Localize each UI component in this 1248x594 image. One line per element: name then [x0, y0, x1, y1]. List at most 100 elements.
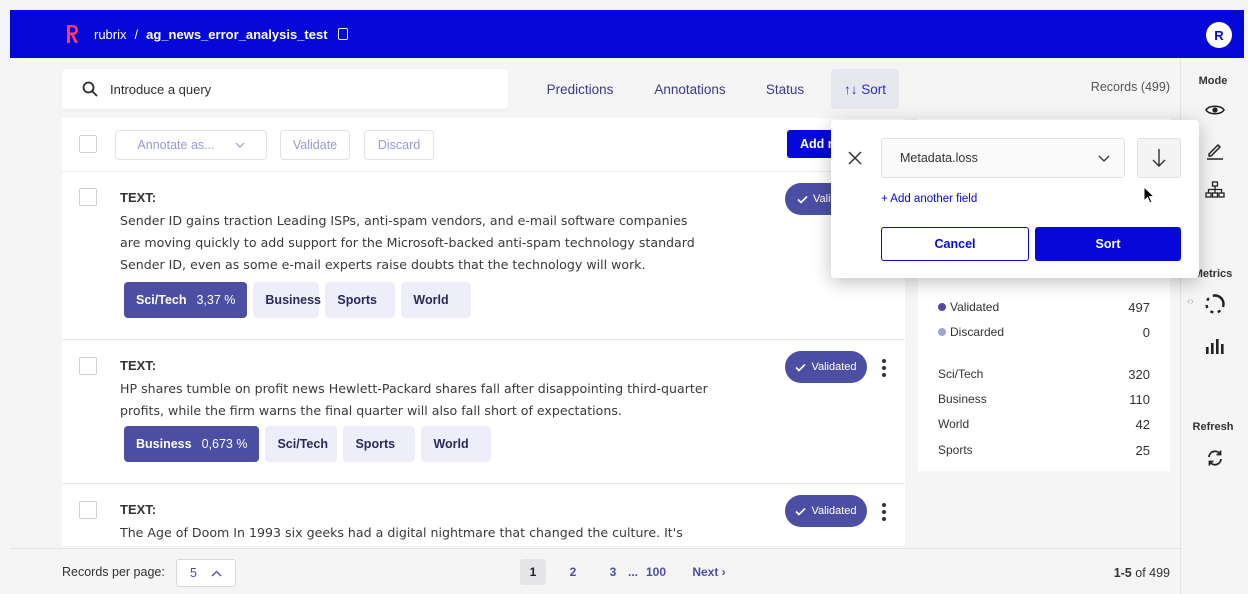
- sort-field-select[interactable]: Metadata.loss: [881, 138, 1125, 178]
- chevron-down-icon: [235, 142, 244, 148]
- eye-icon[interactable]: [1203, 98, 1227, 122]
- pencil-icon[interactable]: [1203, 138, 1227, 162]
- more-options-icon[interactable]: [874, 358, 894, 378]
- stat-label: Business: [938, 392, 987, 406]
- stat-label: Sports: [938, 443, 973, 457]
- stat-value: 497: [1128, 300, 1150, 315]
- label-name: Business: [136, 437, 192, 451]
- stat-row-label: World 42: [938, 417, 1150, 432]
- check-icon: [795, 507, 807, 516]
- label-chip[interactable]: World: [421, 426, 492, 462]
- label-chip[interactable]: Sci/Tech: [265, 426, 338, 462]
- stat-row-label: Sci/Tech 320: [938, 367, 1150, 382]
- record-list: Annotate as... Validate Discard Add n TE…: [62, 118, 905, 546]
- bulk-toolbar: Annotate as... Validate Discard Add n: [62, 118, 905, 172]
- label-chip[interactable]: Business: [253, 282, 321, 318]
- validate-button[interactable]: Validate: [280, 130, 350, 160]
- breadcrumb-brand[interactable]: rubrix: [94, 27, 127, 42]
- record-checkbox[interactable]: [79, 501, 97, 519]
- breadcrumb-dataset: ag_news_error_analysis_test: [146, 26, 328, 42]
- label-group: Business 0,673 % Sci/Tech Sports World: [124, 426, 492, 462]
- label-chip[interactable]: Sci/Tech 3,37 %: [124, 282, 248, 318]
- avatar[interactable]: R: [1206, 22, 1232, 48]
- stat-value: 320: [1128, 367, 1150, 382]
- mouse-cursor-icon: [1143, 186, 1155, 204]
- annotate-as-dropdown[interactable]: Annotate as...: [115, 130, 267, 160]
- check-icon: [797, 195, 808, 204]
- record-checkbox[interactable]: [79, 188, 97, 206]
- close-icon[interactable]: [847, 150, 863, 166]
- stat-label: World: [938, 417, 970, 431]
- sort-field-value: Metadata.loss: [900, 151, 978, 165]
- status-text: Vali: [813, 193, 831, 205]
- status-text: Validated: [811, 505, 857, 517]
- page-range: 1-5 of 499: [1114, 566, 1170, 580]
- check-icon: [795, 363, 807, 372]
- page-2[interactable]: 2: [560, 559, 586, 585]
- record-text: Sender ID gains traction Leading ISPs, a…: [120, 213, 695, 272]
- page-range-value: 1-5: [1113, 566, 1132, 580]
- label-score: 3,37 %: [196, 293, 236, 307]
- rubrix-logo-icon[interactable]: [60, 22, 84, 46]
- label-chip[interactable]: Sports: [325, 282, 396, 318]
- next-page-button[interactable]: Next ›: [686, 559, 732, 585]
- chevron-down-icon: [1098, 155, 1110, 162]
- cancel-button[interactable]: Cancel: [881, 227, 1029, 261]
- sort-button[interactable]: ↑↓ Sort: [831, 69, 899, 109]
- page-range-total: of 499: [1131, 566, 1170, 580]
- add-another-field-link[interactable]: + Add another field: [881, 193, 977, 205]
- stat-row-validated: Validated 497: [938, 300, 1150, 315]
- more-options-icon[interactable]: [874, 502, 894, 522]
- refresh-label: Refresh: [1192, 421, 1234, 433]
- pagination-footer: Records per page: 5 1 2 3 ... 100 Next ›…: [10, 548, 1180, 594]
- search-input[interactable]: Introduce a query: [62, 69, 508, 109]
- page-ellipsis: ...: [627, 565, 638, 579]
- records-per-page-label: Records per page:: [62, 565, 165, 579]
- label-score: 0,673 %: [201, 437, 248, 451]
- filter-status[interactable]: Status: [755, 69, 815, 109]
- record-title: TEXT:: [120, 502, 157, 517]
- stat-row-discarded: Discarded 0: [938, 325, 1150, 340]
- collapse-arrows-icon[interactable]: ‹›: [1187, 296, 1194, 307]
- validated-badge[interactable]: Validated: [785, 351, 867, 383]
- record-text: HP shares tumble on profit news Hewlett-…: [120, 381, 708, 418]
- stat-value: 110: [1129, 392, 1150, 407]
- chevron-up-icon: [211, 570, 222, 576]
- record-title: TEXT:: [120, 190, 157, 205]
- stat-label: Validated: [950, 300, 1000, 314]
- records-per-page-select[interactable]: 5: [176, 559, 236, 587]
- search-placeholder: Introduce a query: [110, 81, 212, 97]
- stat-label: Discarded: [950, 325, 1005, 339]
- page-100[interactable]: 100: [640, 559, 672, 585]
- page-3[interactable]: 3: [600, 559, 626, 585]
- discard-button[interactable]: Discard: [364, 130, 434, 160]
- bar-chart-icon[interactable]: [1203, 334, 1227, 358]
- search-icon: [82, 81, 98, 97]
- stat-label: Sci/Tech: [938, 367, 984, 381]
- refresh-icon[interactable]: [1203, 446, 1227, 470]
- progress-ring-icon[interactable]: [1203, 292, 1227, 316]
- filter-annotations[interactable]: Annotations: [645, 69, 735, 109]
- record-checkbox[interactable]: [79, 357, 97, 375]
- discarded-dot: [938, 328, 946, 336]
- stat-row-label: Sports 25: [938, 443, 1150, 458]
- validated-badge[interactable]: Validated: [785, 495, 867, 527]
- label-chip[interactable]: World: [401, 282, 472, 318]
- breadcrumb-separator: /: [134, 26, 139, 42]
- per-page-value: 5: [190, 566, 197, 580]
- label-chip[interactable]: Sports: [343, 426, 416, 462]
- validated-dot: [938, 303, 946, 311]
- record-text: The Age of Doom In 1993 six geeks had a …: [120, 525, 683, 540]
- record-item: TEXT: Sender ID gains traction Leading I…: [62, 172, 905, 340]
- hierarchy-icon[interactable]: [1203, 178, 1227, 202]
- stat-value: 42: [1135, 417, 1150, 432]
- label-chip[interactable]: Business 0,673 %: [124, 426, 260, 462]
- record-item: TEXT: The Age of Doom In 1993 six geeks …: [62, 484, 905, 546]
- annotate-as-label: Annotate as...: [137, 138, 215, 152]
- sort-direction-button[interactable]: [1137, 138, 1181, 178]
- select-all-checkbox[interactable]: [79, 135, 97, 153]
- page-1[interactable]: 1: [520, 559, 546, 585]
- sort-confirm-button[interactable]: Sort: [1035, 227, 1181, 261]
- filter-predictions[interactable]: Predictions: [535, 69, 625, 109]
- copy-icon[interactable]: [337, 28, 348, 40]
